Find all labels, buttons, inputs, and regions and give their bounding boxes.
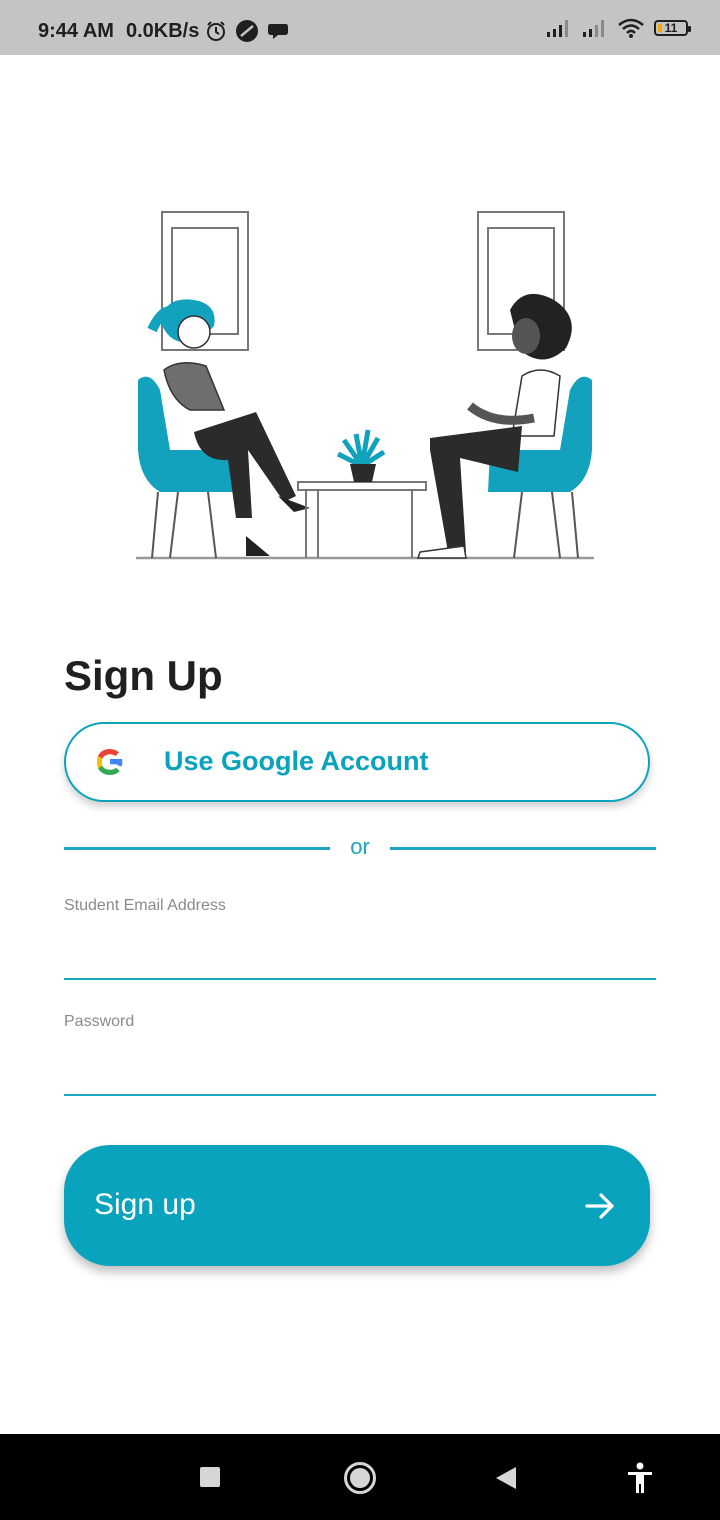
counseling-illustration	[136, 211, 594, 560]
status-bar: 9:44 AM 0.0KB/s 11	[0, 0, 720, 55]
status-right: 11	[546, 18, 691, 38]
google-signin-button[interactable]: Use Google Account	[64, 722, 650, 802]
battery-icon: 11	[654, 20, 691, 36]
back-icon[interactable]	[494, 1465, 518, 1491]
divider-left	[64, 847, 330, 850]
signup-button-label: Sign up	[94, 1188, 196, 1221]
google-icon	[97, 749, 123, 775]
arrow-right-icon	[585, 1193, 614, 1219]
home-icon[interactable]	[343, 1461, 377, 1495]
page-title: Sign Up	[64, 652, 223, 699]
chat-icon	[268, 24, 289, 39]
status-icons	[205, 19, 289, 43]
email-field[interactable]	[64, 934, 656, 980]
navigation-bar	[0, 1434, 720, 1520]
password-label: Password	[64, 1013, 135, 1030]
signal-icon	[583, 20, 604, 37]
recent-apps-icon[interactable]	[199, 1466, 221, 1488]
divider-or: or	[350, 834, 370, 859]
divider-right	[390, 847, 656, 850]
network-speed: 0.0KB/s	[125, 20, 200, 42]
signup-button[interactable]: Sign up	[64, 1145, 650, 1266]
battery-level	[658, 24, 662, 32]
accessibility-icon[interactable]	[626, 1462, 654, 1494]
password-field[interactable]	[64, 1050, 656, 1096]
status-time: 9:44 AM	[38, 20, 114, 42]
signal-icon	[547, 20, 568, 37]
google-button-label: Use Google Account	[164, 746, 429, 776]
status-left: 9:44 AM 0.0KB/s	[38, 18, 289, 44]
wifi-icon	[618, 18, 644, 38]
battery-percent: 11	[664, 21, 678, 35]
alarm-icon	[207, 21, 226, 41]
email-label: Student Email Address	[64, 897, 226, 914]
vpn-icon	[236, 20, 259, 42]
